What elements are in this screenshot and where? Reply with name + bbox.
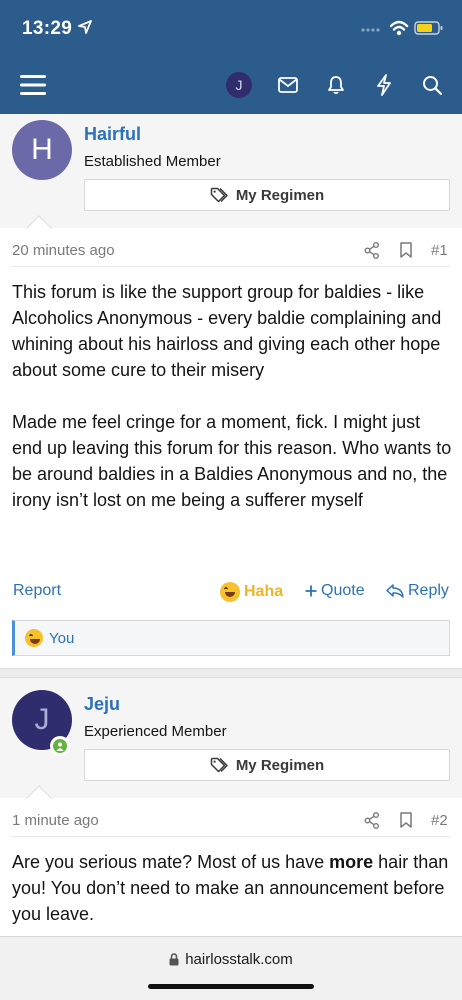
menu-icon xyxy=(20,75,46,95)
user-online-icon xyxy=(53,739,67,753)
reply-label: Reply xyxy=(408,582,449,599)
bell-icon xyxy=(328,76,344,95)
reply-icon xyxy=(386,584,404,598)
my-regimen-button[interactable]: My Regimen xyxy=(84,749,450,781)
post-body: This forum is like the support group for… xyxy=(12,279,452,513)
post-text-bold: more xyxy=(329,852,374,872)
bolt-icon xyxy=(377,74,391,96)
post-number[interactable]: #1 xyxy=(431,242,448,259)
my-regimen-label: My Regimen xyxy=(235,756,325,774)
username-link[interactable]: Hairful xyxy=(84,124,141,145)
post-2-user-header: J Jeju Experienced Member My Regimen xyxy=(0,678,462,798)
report-button[interactable]: Report xyxy=(13,582,61,600)
quote-button[interactable]: Quote xyxy=(305,582,365,600)
whats-new-button[interactable] xyxy=(368,69,400,101)
post-divider xyxy=(0,668,462,678)
browser-url-bar: hairlosstalk.com xyxy=(0,936,462,1000)
report-label: Report xyxy=(13,582,62,599)
location-arrow-icon xyxy=(78,20,92,34)
lock-icon xyxy=(169,953,179,966)
post-number[interactable]: #2 xyxy=(431,812,448,829)
signal-icon xyxy=(361,28,380,32)
post-1-user-header: H Hairful Established Member My Regimen xyxy=(0,114,462,228)
menu-button[interactable] xyxy=(17,69,49,101)
quote-label: Quote xyxy=(321,582,365,599)
wifi-icon xyxy=(389,20,409,36)
reactions-user: You xyxy=(49,629,75,647)
plus-icon xyxy=(305,585,317,597)
alerts-button[interactable] xyxy=(320,69,352,101)
avatar[interactable]: H xyxy=(12,120,72,180)
search-icon xyxy=(423,76,442,95)
top-navigation: J xyxy=(0,56,462,114)
online-status-badge xyxy=(50,736,70,756)
bookmark-icon[interactable] xyxy=(400,812,412,828)
tag-icon xyxy=(210,757,228,773)
post-body: Are you serious mate? Most of us have mo… xyxy=(12,849,452,927)
battery-icon xyxy=(414,21,443,35)
post-timestamp[interactable]: 20 minutes ago xyxy=(12,242,115,259)
post-paragraph: This forum is like the support group for… xyxy=(12,282,442,380)
share-icon[interactable] xyxy=(364,242,380,259)
tag-icon xyxy=(210,187,228,203)
search-button[interactable] xyxy=(416,69,448,101)
status-bar: 13:29 xyxy=(0,0,462,56)
url-text: hairlosstalk.com xyxy=(185,951,293,968)
laugh-emoji-icon xyxy=(220,582,240,602)
meta-divider xyxy=(12,266,450,267)
user-title: Experienced Member xyxy=(84,723,227,740)
post-timestamp[interactable]: 1 minute ago xyxy=(12,812,99,829)
my-regimen-button[interactable]: My Regimen xyxy=(84,179,450,211)
reply-button[interactable]: Reply xyxy=(386,582,449,600)
thread-content: H Hairful Established Member My Regimen … xyxy=(0,114,462,936)
account-avatar[interactable]: J xyxy=(226,72,252,98)
status-time: 13:29 xyxy=(22,18,73,39)
post-paragraph: Made me feel cringe for a moment, fick. … xyxy=(12,412,452,510)
haha-reaction-button[interactable]: Haha xyxy=(220,582,283,602)
reactions-bar[interactable]: You xyxy=(12,620,450,656)
bookmark-icon[interactable] xyxy=(400,242,412,258)
meta-divider xyxy=(12,836,450,837)
laugh-emoji-icon xyxy=(25,629,43,647)
username-link[interactable]: Jeju xyxy=(84,694,120,715)
haha-label: Haha xyxy=(244,583,284,600)
post-text: Are you serious mate? Most of us have xyxy=(12,852,330,872)
inbox-button[interactable] xyxy=(272,69,304,101)
home-indicator[interactable] xyxy=(148,984,314,989)
share-icon[interactable] xyxy=(364,812,380,829)
envelope-icon xyxy=(278,77,298,93)
url-display[interactable]: hairlosstalk.com xyxy=(0,951,462,968)
user-title: Established Member xyxy=(84,153,221,170)
my-regimen-label: My Regimen xyxy=(235,186,325,204)
